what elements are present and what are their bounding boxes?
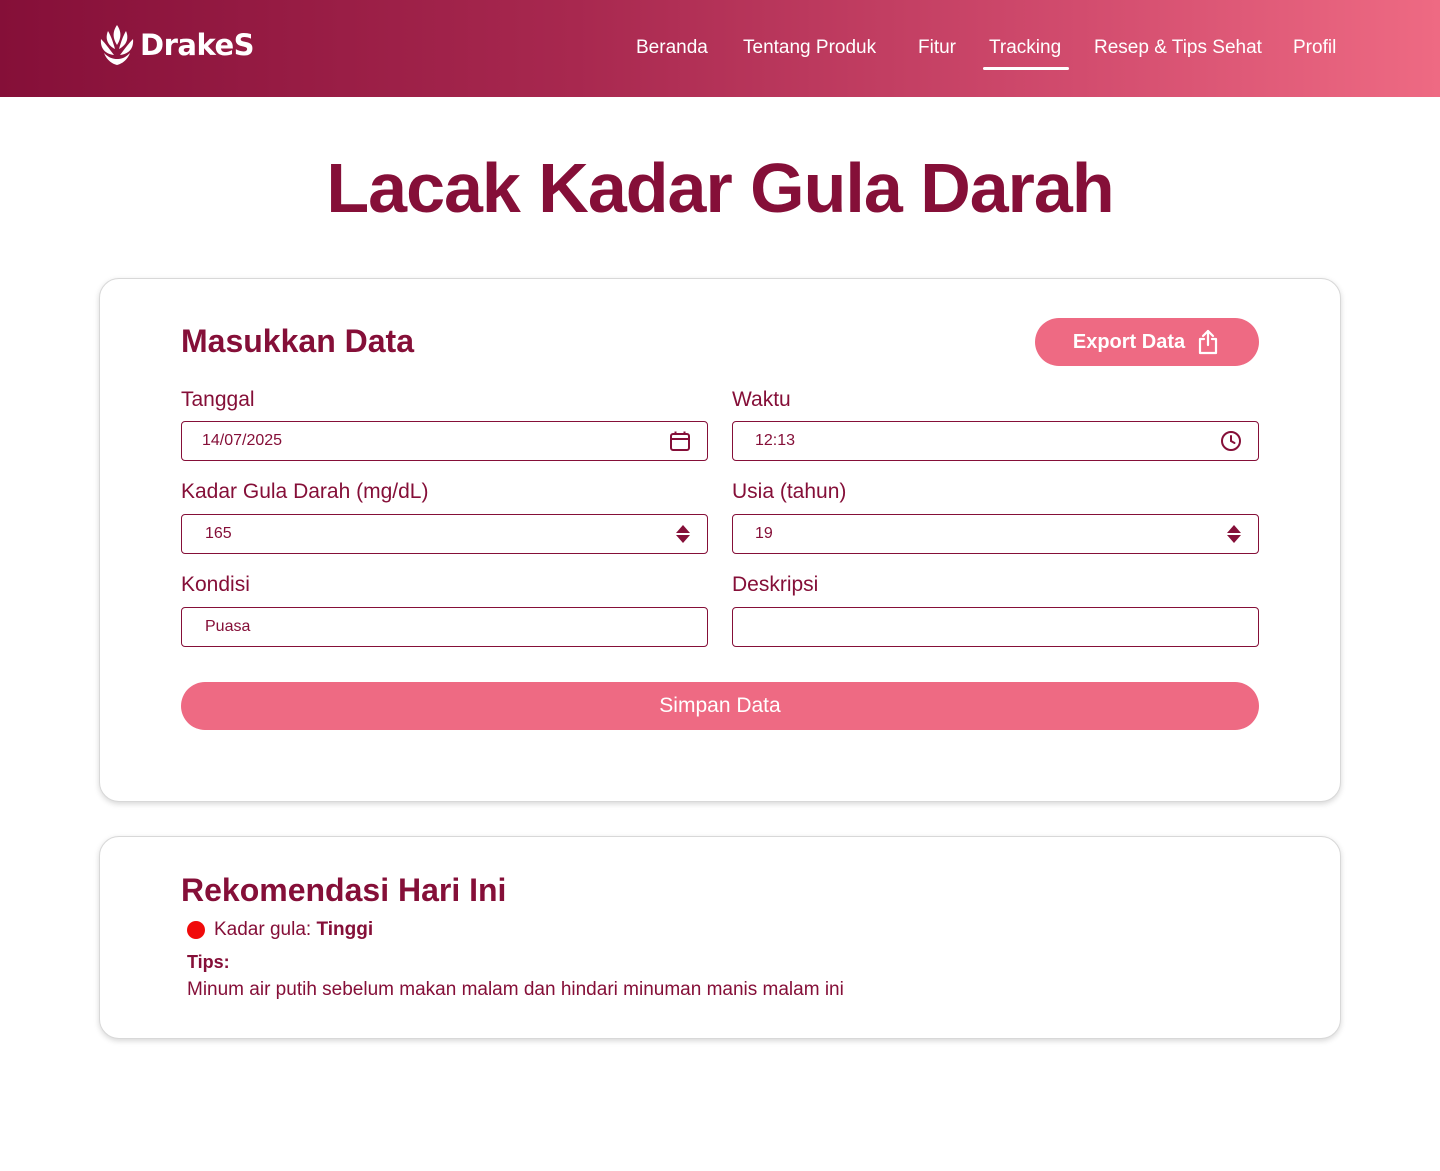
tanggal-label: Tanggal bbox=[181, 388, 255, 411]
top-navbar: DrakeS Beranda Tentang Produk Fitur Trac… bbox=[0, 0, 1440, 97]
waktu-input[interactable] bbox=[733, 422, 1258, 460]
deskripsi-field[interactable] bbox=[732, 607, 1259, 647]
nav-item-tracking[interactable]: Tracking bbox=[982, 37, 1070, 70]
tanggal-input[interactable] bbox=[182, 422, 707, 460]
spinner-arrows-icon[interactable] bbox=[1226, 524, 1242, 544]
status-prefix: Kadar gula: bbox=[214, 919, 317, 940]
tips-text: Minum air putih sebelum makan malam dan … bbox=[187, 979, 844, 1000]
spinner-arrows-icon[interactable] bbox=[675, 524, 691, 544]
flame-leaf-logo bbox=[100, 25, 134, 65]
kadar-label: Kadar Gula Darah (mg/dL) bbox=[181, 480, 429, 503]
deskripsi-input[interactable] bbox=[733, 608, 1258, 646]
kondisi-field[interactable] bbox=[181, 607, 708, 647]
status-value: Tinggi bbox=[316, 919, 374, 940]
status-dot-icon bbox=[187, 921, 205, 939]
recommendation-card: Rekomendasi Hari Ini Kadar gula: Tinggi … bbox=[99, 836, 1341, 1039]
kadar-field[interactable] bbox=[181, 514, 708, 554]
brand[interactable]: DrakeS bbox=[98, 22, 255, 68]
tips-label: Tips: bbox=[187, 952, 230, 972]
tanggal-field[interactable] bbox=[181, 421, 708, 461]
deskripsi-label: Deskripsi bbox=[732, 573, 819, 596]
kondisi-input[interactable] bbox=[182, 608, 707, 646]
nav-item-beranda[interactable]: Beranda bbox=[636, 37, 708, 59]
export-label: Export Data bbox=[1072, 330, 1186, 353]
usia-label: Usia (tahun) bbox=[732, 480, 847, 503]
page-title: Lacak Kadar Gula Darah bbox=[326, 149, 1114, 227]
save-data-button[interactable]: Simpan Data bbox=[181, 682, 1259, 730]
sugar-status: Kadar gula: Tinggi bbox=[187, 919, 373, 941]
export-data-button[interactable]: Export Data bbox=[1035, 318, 1259, 366]
nav-item-fitur[interactable]: Fitur bbox=[918, 37, 956, 59]
share-export-icon bbox=[1199, 329, 1218, 355]
nav-item-resep-tips[interactable]: Resep & Tips Sehat bbox=[1094, 37, 1262, 59]
clock-icon[interactable] bbox=[1220, 430, 1242, 452]
nav-item-profil[interactable]: Profil bbox=[1293, 37, 1336, 59]
recommendation-title: Rekomendasi Hari Ini bbox=[181, 872, 507, 908]
waktu-field[interactable] bbox=[732, 421, 1259, 461]
kadar-input[interactable] bbox=[182, 515, 707, 553]
kondisi-label: Kondisi bbox=[181, 573, 250, 596]
data-entry-card: Masukkan Data Export Data Tanggal Waktu bbox=[99, 278, 1341, 802]
usia-field[interactable] bbox=[732, 514, 1259, 554]
usia-input[interactable] bbox=[733, 515, 1258, 553]
waktu-label: Waktu bbox=[732, 388, 791, 411]
nav-item-tentang-produk[interactable]: Tentang Produk bbox=[743, 37, 876, 59]
status-text: Kadar gula: Tinggi bbox=[214, 919, 373, 941]
form-title: Masukkan Data bbox=[181, 323, 414, 359]
brand-name: DrakeS bbox=[140, 28, 255, 62]
calendar-icon[interactable] bbox=[669, 430, 691, 452]
